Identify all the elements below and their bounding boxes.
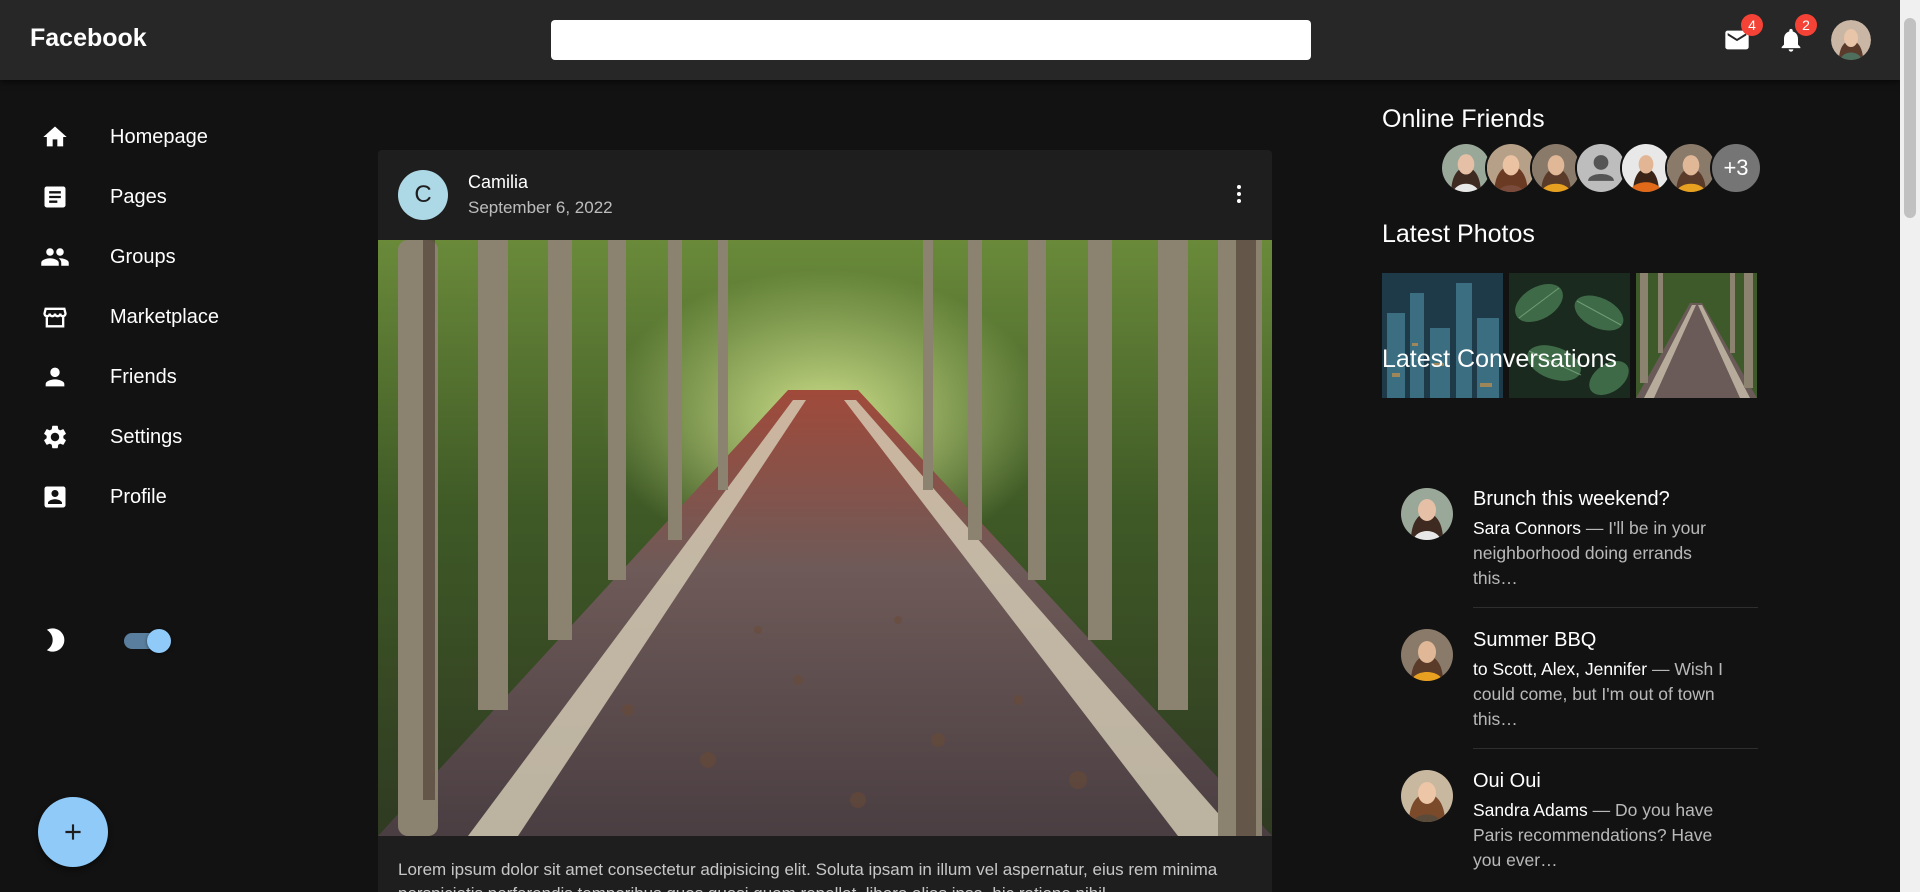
conversation-title: Summer BBQ: [1473, 629, 1597, 651]
notifications-badge: 2: [1795, 14, 1817, 36]
moon-icon: [40, 625, 70, 655]
app-bar: Facebook 4 2: [0, 0, 1900, 80]
divider: [1473, 607, 1758, 608]
sidebar-item-label: Homepage: [110, 125, 208, 148]
sidebar-item-label: Friends: [110, 365, 177, 388]
people-icon: [40, 242, 70, 272]
conversation-title: Brunch this weekend?: [1473, 488, 1670, 510]
conversation-sender: Sara Connors: [1473, 518, 1581, 538]
photo-road[interactable]: [1636, 273, 1757, 398]
sidebar-item-label: Profile: [110, 485, 167, 508]
right-panel: Online Friends +3 Latest Photos Latest C…: [1382, 80, 1882, 892]
post-author-avatar[interactable]: C: [398, 170, 448, 220]
photo-leaves[interactable]: [1509, 273, 1630, 398]
photo-city[interactable]: [1382, 273, 1503, 398]
divider: [1473, 748, 1758, 749]
account-box-icon: [40, 482, 70, 512]
more-vert-icon: [1237, 185, 1241, 203]
add-button[interactable]: [38, 797, 108, 867]
sidebar-item-label: Marketplace: [110, 305, 219, 328]
conversation-preview: Sandra Adams — Do you have Paris recomme…: [1473, 798, 1733, 873]
dark-mode-row: [0, 612, 330, 668]
messages-button[interactable]: 4: [1719, 14, 1763, 58]
sidebar-item-groups[interactable]: Groups: [0, 229, 330, 285]
storefront-icon: [40, 302, 70, 332]
conversation-preview: to Scott, Alex, Jennifer — Wish I could …: [1473, 657, 1733, 732]
sidebar-item-marketplace[interactable]: Marketplace: [0, 289, 330, 345]
post-card: C Camilia September 6, 2022 Lorem ipsum …: [378, 150, 1272, 892]
post-text: Lorem ipsum dolor sit amet consectetur a…: [398, 860, 1218, 892]
sidebar-item-settings[interactable]: Settings: [0, 409, 330, 465]
online-friends-title: Online Friends: [1382, 105, 1545, 133]
post-date: September 6, 2022: [468, 198, 613, 217]
latest-photos: [1382, 273, 1763, 398]
toggle-thumb[interactable]: [147, 629, 171, 653]
conversation-avatar: [1401, 629, 1453, 681]
gear-icon: [40, 422, 70, 452]
brand-logo[interactable]: Facebook: [30, 24, 147, 53]
sidebar-item-friends[interactable]: Friends: [0, 349, 330, 405]
home-icon: [40, 122, 70, 152]
plus-icon: [65, 824, 81, 840]
latest-conversations-title: Latest Conversations: [1382, 345, 1617, 373]
sidebar-item-profile[interactable]: Profile: [0, 469, 330, 525]
post-menu-button[interactable]: [1224, 176, 1254, 212]
latest-photos-title: Latest Photos: [1382, 220, 1535, 248]
conversation-preview: Sara Connors — I'll be in your neighborh…: [1473, 516, 1733, 591]
scrollbar-thumb[interactable]: [1904, 18, 1916, 218]
post-author[interactable]: Camilia: [468, 172, 528, 193]
search-input[interactable]: [551, 20, 1311, 60]
conversation-sender: to Scott, Alex, Jennifer: [1473, 659, 1648, 679]
conversation-avatar: [1401, 488, 1453, 540]
page-scrollbar[interactable]: [1900, 0, 1920, 892]
notifications-button[interactable]: 2: [1773, 14, 1817, 58]
post-image[interactable]: [378, 240, 1272, 836]
more-friends-count[interactable]: +3: [1710, 142, 1762, 194]
sidebar-item-label: Groups: [110, 245, 176, 268]
conversation-title: Oui Oui: [1473, 770, 1541, 792]
sidebar-item-label: Pages: [110, 185, 167, 208]
article-icon: [40, 182, 70, 212]
sidebar-item-homepage[interactable]: Homepage: [0, 109, 330, 165]
sidebar-item-pages[interactable]: Pages: [0, 169, 330, 225]
sidebar: Homepage Pages Groups Marketplace Friend…: [0, 80, 330, 892]
sidebar-item-label: Settings: [110, 425, 183, 448]
user-avatar[interactable]: [1831, 20, 1871, 60]
conversation-avatar: [1401, 770, 1453, 822]
messages-badge: 4: [1741, 14, 1763, 36]
online-friends-avatars: +3: [1440, 142, 1762, 194]
conversation-sender: Sandra Adams: [1473, 800, 1588, 820]
person-icon: [40, 362, 70, 392]
